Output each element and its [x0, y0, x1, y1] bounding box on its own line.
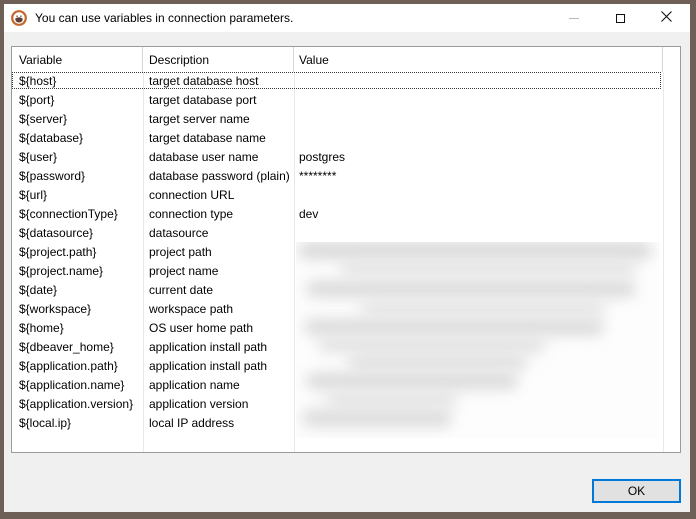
window-title: You can use variables in connection para… [35, 11, 293, 25]
table-row[interactable]: ${port} target database port [12, 91, 680, 110]
table-row[interactable]: ${datasource} datasource [12, 224, 680, 243]
cell-variable: ${home} [12, 319, 143, 338]
cell-description: datasource [143, 224, 294, 243]
cell-description: current date [143, 281, 294, 300]
cell-description: connection URL [143, 186, 294, 205]
caption-buttons [551, 4, 689, 32]
cell-description: application version [143, 395, 294, 414]
cell-variable: ${database} [12, 129, 143, 148]
cell-description: database password (plain) [143, 167, 294, 186]
maximize-icon [616, 14, 625, 23]
table-row[interactable]: ${user} database user name postgres [12, 148, 680, 167]
cell-description: application name [143, 376, 294, 395]
cell-value [294, 91, 663, 110]
cell-value: dev [294, 205, 663, 224]
cell-variable: ${workspace} [12, 300, 143, 319]
close-icon [661, 11, 672, 25]
cell-variable: ${datasource} [12, 224, 143, 243]
cell-value [294, 110, 663, 129]
title-bar[interactable]: You can use variables in connection para… [4, 4, 690, 32]
cell-description: target database name [143, 129, 294, 148]
cell-value [294, 129, 663, 148]
table-header: Variable Description Value [12, 47, 680, 72]
table-row[interactable]: ${url} connection URL [12, 186, 680, 205]
maximize-button[interactable] [597, 4, 643, 32]
cell-variable: ${port} [12, 91, 143, 110]
table-row[interactable]: ${password} database password (plain) **… [12, 167, 680, 186]
cell-value: ******** [294, 167, 663, 186]
table-row[interactable]: ${connectionType} connection type dev [12, 205, 680, 224]
cell-variable: ${password} [12, 167, 143, 186]
cell-description: connection type [143, 205, 294, 224]
cell-variable: ${user} [12, 148, 143, 167]
cell-variable: ${local.ip} [12, 414, 143, 433]
cell-value: postgres [294, 148, 663, 167]
variables-table: Variable Description Value ${host} targe… [11, 46, 681, 453]
minimize-icon [569, 18, 579, 19]
cell-variable: ${dbeaver_home} [12, 338, 143, 357]
table-row[interactable]: ${host} target database host [12, 72, 680, 91]
cell-variable: ${application.version} [12, 395, 143, 414]
column-header-value[interactable]: Value [294, 47, 663, 72]
cell-variable: ${date} [12, 281, 143, 300]
cell-variable: ${connectionType} [12, 205, 143, 224]
dialog-window: You can use variables in connection para… [0, 0, 696, 519]
table-row[interactable]: ${server} target server name [12, 110, 680, 129]
redacted-values-blur [296, 242, 660, 438]
cell-description: target server name [143, 110, 294, 129]
cell-description: project path [143, 243, 294, 262]
cell-variable: ${url} [12, 186, 143, 205]
column-header-variable[interactable]: Variable [12, 47, 143, 72]
cell-variable: ${server} [12, 110, 143, 129]
dialog-body: You can use variables in connection para… [4, 4, 690, 512]
cell-variable: ${project.path} [12, 243, 143, 262]
dbeaver-logo-icon [11, 10, 27, 26]
close-button[interactable] [643, 4, 689, 32]
cell-description: target database port [143, 91, 294, 110]
cell-description: application install path [143, 338, 294, 357]
cell-description: local IP address [143, 414, 294, 433]
cell-description: project name [143, 262, 294, 281]
minimize-button [551, 4, 597, 32]
cell-description: workspace path [143, 300, 294, 319]
cell-description: OS user home path [143, 319, 294, 338]
cell-value [294, 224, 663, 243]
cell-variable: ${application.name} [12, 376, 143, 395]
cell-variable: ${project.name} [12, 262, 143, 281]
column-header-description[interactable]: Description [143, 47, 294, 72]
cell-description: application install path [143, 357, 294, 376]
ok-button[interactable]: OK [592, 479, 681, 503]
cell-description: database user name [143, 148, 294, 167]
cell-variable: ${application.path} [12, 357, 143, 376]
table-row[interactable]: ${database} target database name [12, 129, 680, 148]
row-focus-outline [12, 72, 661, 89]
cell-value [294, 186, 663, 205]
